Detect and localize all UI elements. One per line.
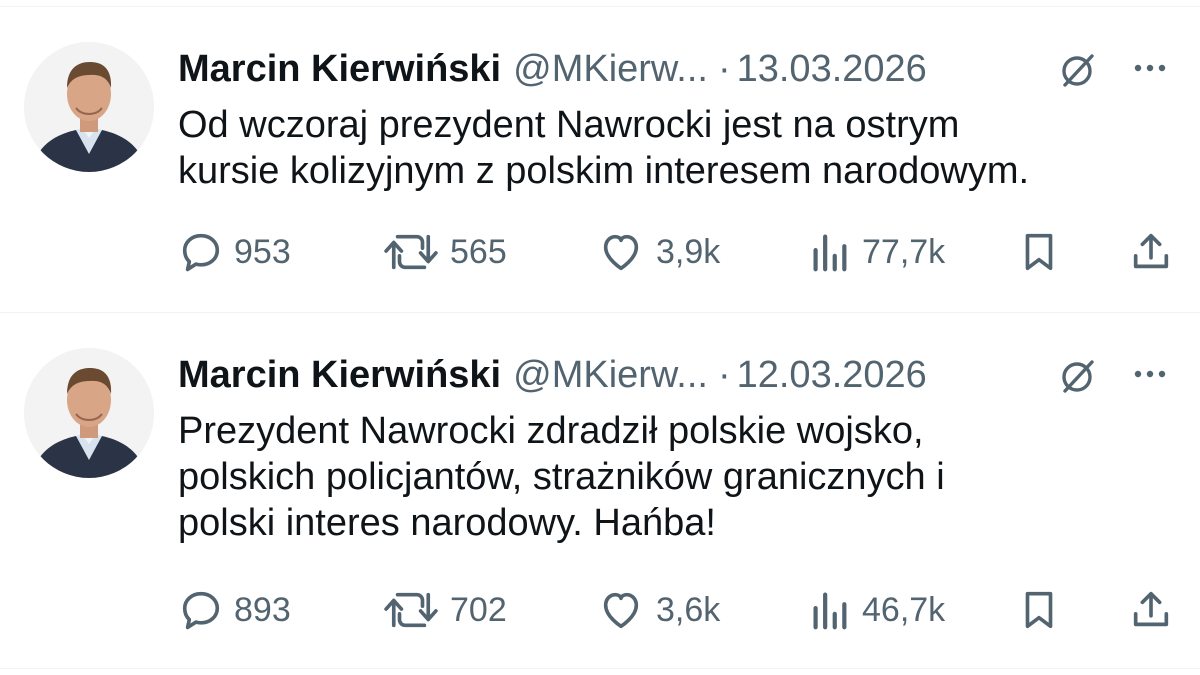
repost-button[interactable]: 565	[382, 228, 507, 276]
author-name[interactable]: Marcin Kierwiński	[178, 46, 501, 92]
tweet-text-line: kursie kolizyjnym z polskim interesem na…	[178, 150, 1030, 192]
tweet-text-line: polskich policjantów, strażników granicz…	[178, 456, 945, 498]
divider	[0, 668, 1200, 669]
repost-button[interactable]: 702	[382, 586, 507, 634]
tweet-actions: 893 702 3,6k 46,7k	[0, 586, 1200, 634]
header-separator: ·	[717, 354, 731, 396]
grok-icon	[1062, 54, 1094, 87]
views-button[interactable]: 77,7k	[806, 228, 945, 276]
bookmark-button[interactable]	[1016, 586, 1062, 634]
more-options-button[interactable]	[1126, 48, 1174, 88]
views-count: 46,7k	[862, 590, 946, 629]
more-icon	[1134, 64, 1166, 72]
like-count: 3,6k	[656, 590, 721, 629]
views-count: 77,7k	[862, 232, 946, 271]
bookmark-button[interactable]	[1016, 228, 1062, 276]
views-button[interactable]: 46,7k	[806, 586, 945, 634]
like-icon	[603, 592, 639, 629]
author-name[interactable]: Marcin Kierwiński	[178, 352, 501, 398]
tweet-header: Marcin Kierwiński @MKierw... · 13.03.202…	[178, 46, 927, 92]
reply-button[interactable]: 953	[178, 228, 291, 276]
avatar-photo	[24, 42, 154, 172]
reply-count: 953	[234, 232, 291, 271]
share-icon	[1133, 233, 1169, 269]
tweet-text-line: Od wczoraj prezydent Nawrocki jest na os…	[178, 104, 960, 146]
grok-button[interactable]	[1056, 356, 1100, 396]
repost-icon	[384, 592, 438, 628]
reply-icon	[182, 591, 220, 630]
like-button[interactable]: 3,9k	[596, 228, 720, 276]
avatar-photo	[24, 348, 154, 478]
grok-button[interactable]	[1056, 50, 1100, 90]
more-options-button[interactable]	[1126, 354, 1174, 394]
views-icon	[813, 234, 847, 272]
tweet-text: Od wczoraj prezydent Nawrocki jest na os…	[178, 102, 1178, 194]
tweet-date[interactable]: 13.03.2026	[737, 46, 927, 92]
tweet-text-line: polski interes narodowy. Hańba!	[178, 502, 716, 544]
repost-icon	[384, 234, 438, 270]
header-separator: ·	[717, 48, 731, 90]
tweet-text: Prezydent Nawrocki zdradził polskie wojs…	[178, 408, 1178, 546]
grok-icon	[1062, 360, 1094, 393]
views-icon	[813, 592, 847, 630]
share-button[interactable]	[1128, 586, 1174, 634]
author-handle[interactable]: @MKierw...	[513, 352, 708, 398]
tweet-card[interactable]: Marcin Kierwiński @MKierw... · 12.03.202…	[0, 312, 1200, 630]
share-icon	[1133, 591, 1169, 627]
share-button[interactable]	[1128, 228, 1174, 276]
bookmark-icon	[1025, 233, 1053, 271]
reply-icon	[182, 233, 220, 272]
repost-count: 565	[450, 232, 507, 271]
timeline-feed: Marcin Kierwiński @MKierw... · 13.03.202…	[0, 0, 1200, 675]
reply-button[interactable]: 893	[178, 586, 291, 634]
repost-count: 702	[450, 590, 507, 629]
tweet-card[interactable]: Marcin Kierwiński @MKierw... · 13.03.202…	[0, 6, 1200, 306]
avatar[interactable]	[24, 348, 154, 478]
tweet-actions: 953 565 3,9k 77,7k	[0, 228, 1200, 276]
like-button[interactable]: 3,6k	[596, 586, 720, 634]
tweet-header: Marcin Kierwiński @MKierw... · 12.03.202…	[178, 352, 927, 398]
like-icon	[603, 234, 639, 271]
like-count: 3,9k	[656, 232, 721, 271]
avatar[interactable]	[24, 42, 154, 172]
reply-count: 893	[234, 590, 291, 629]
tweet-text-line: Prezydent Nawrocki zdradził polskie wojs…	[178, 410, 924, 452]
tweet-date[interactable]: 12.03.2026	[737, 352, 927, 398]
bookmark-icon	[1025, 591, 1053, 629]
more-icon	[1134, 370, 1166, 378]
author-handle[interactable]: @MKierw...	[513, 46, 708, 92]
